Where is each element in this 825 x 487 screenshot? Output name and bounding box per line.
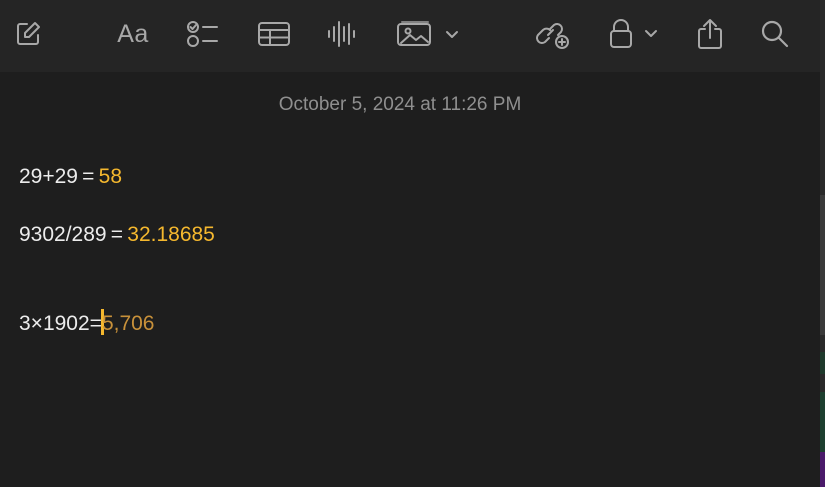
math-expression: 29+29 =	[19, 165, 99, 188]
compose-icon[interactable]	[12, 14, 44, 54]
toolbar: Aa	[0, 0, 820, 72]
note-timestamp: October 5, 2024 at 11:26 PM	[278, 94, 522, 115]
background-window-edge	[820, 0, 825, 487]
note-line[interactable]: 3×1902=5,706	[19, 309, 155, 336]
chevron-down-icon	[645, 30, 657, 37]
collaborate-icon[interactable]	[536, 14, 572, 54]
math-result: 32.18685	[127, 223, 215, 246]
share-icon[interactable]	[695, 14, 725, 54]
math-expression: 3×1902=	[19, 312, 102, 335]
note-line[interactable]: 9302/289 = 32.18685	[19, 223, 215, 247]
search-icon[interactable]	[760, 14, 790, 54]
table-icon[interactable]	[256, 14, 292, 54]
math-expression: 9302/289 =	[19, 223, 128, 246]
math-result: 58	[98, 165, 123, 188]
lock-button[interactable]	[608, 14, 662, 54]
media-button[interactable]	[396, 14, 462, 54]
audio-waveform-icon[interactable]	[326, 14, 356, 54]
lock-icon	[613, 19, 629, 32]
format-text-button[interactable]: Aa	[112, 14, 154, 54]
note-line[interactable]: 29+29 = 58	[19, 165, 122, 189]
math-result-suggestion: 5,706	[101, 312, 155, 335]
note-body[interactable]: October 5, 2024 at 11:26 PM 29+29 = 58 9…	[0, 72, 820, 487]
checklist-icon[interactable]	[185, 14, 221, 54]
chevron-down-icon	[446, 31, 458, 38]
format-text-label: Aa	[117, 19, 149, 48]
